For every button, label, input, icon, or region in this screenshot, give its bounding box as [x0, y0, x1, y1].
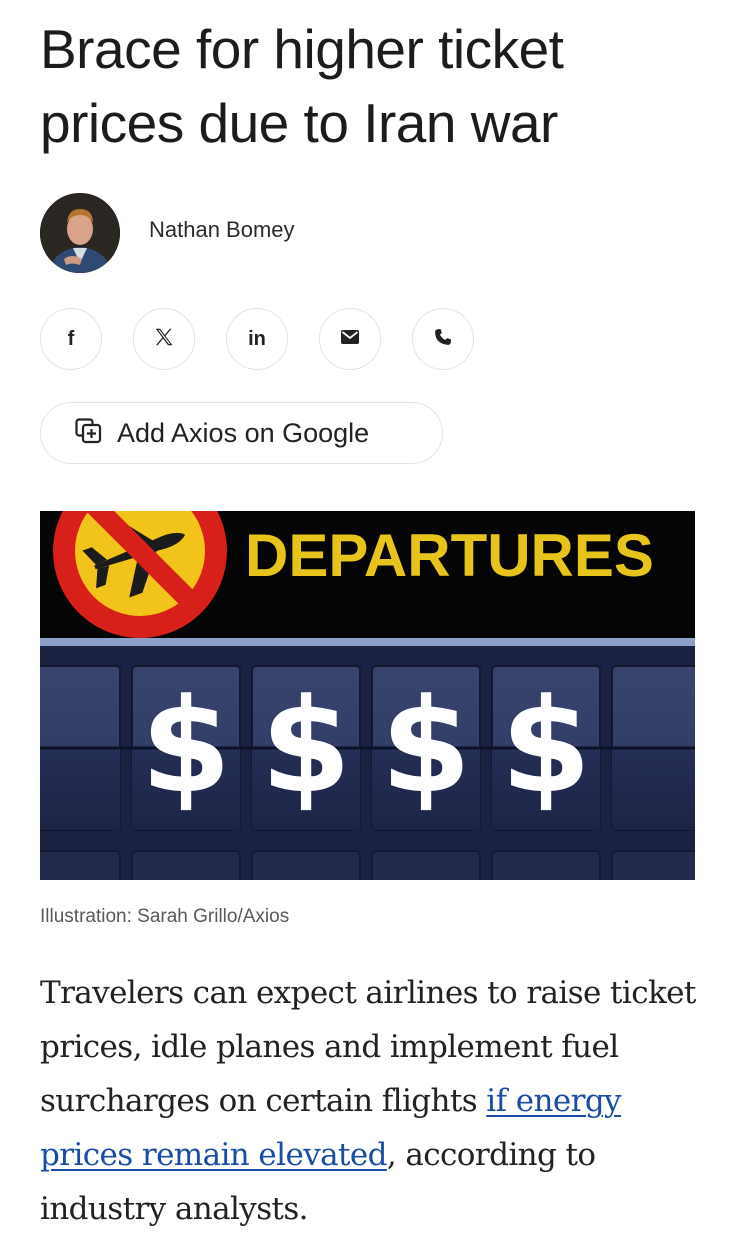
share-x-button[interactable] — [133, 308, 195, 370]
flap-symbol-4: $ — [501, 670, 591, 822]
add-source-icon — [75, 417, 103, 449]
add-axios-on-google-label: Add Axios on Google — [117, 417, 370, 448]
share-email-button[interactable] — [319, 308, 381, 370]
phone-icon — [433, 327, 453, 352]
image-caption: Illustration: Sarah Grillo/Axios — [40, 906, 290, 927]
flap-symbol-1: $ — [141, 670, 231, 822]
linkedin-icon: in — [248, 328, 266, 350]
email-icon — [340, 329, 360, 350]
share-linkedin-button[interactable]: in — [226, 308, 288, 370]
share-phone-button[interactable] — [412, 308, 474, 370]
article-body-paragraph: Travelers can expect airlines to raise t… — [40, 966, 705, 1236]
article-headline: Brace for higher ticket prices due to Ir… — [40, 18, 564, 154]
author-avatar[interactable] — [40, 193, 120, 273]
hero-illustration[interactable]: DEPARTURES $ $ $ $ — [40, 511, 695, 880]
flap-symbol-2: $ — [261, 670, 351, 822]
facebook-icon: f — [67, 328, 75, 350]
share-facebook-button[interactable]: f — [40, 308, 102, 370]
author-name[interactable]: Nathan Bomey — [149, 217, 295, 243]
x-icon — [153, 326, 175, 352]
add-axios-on-google-button[interactable]: Add Axios on Google — [40, 402, 443, 464]
flap-symbol-3: $ — [381, 670, 471, 822]
author-photo — [40, 193, 120, 273]
share-buttons: f in — [40, 308, 474, 370]
departures-board-illustration: DEPARTURES $ $ $ $ — [40, 511, 695, 880]
byline: Nathan Bomey — [40, 192, 295, 274]
board-title: DEPARTURES — [245, 522, 654, 589]
no-flights-sign — [53, 511, 227, 638]
